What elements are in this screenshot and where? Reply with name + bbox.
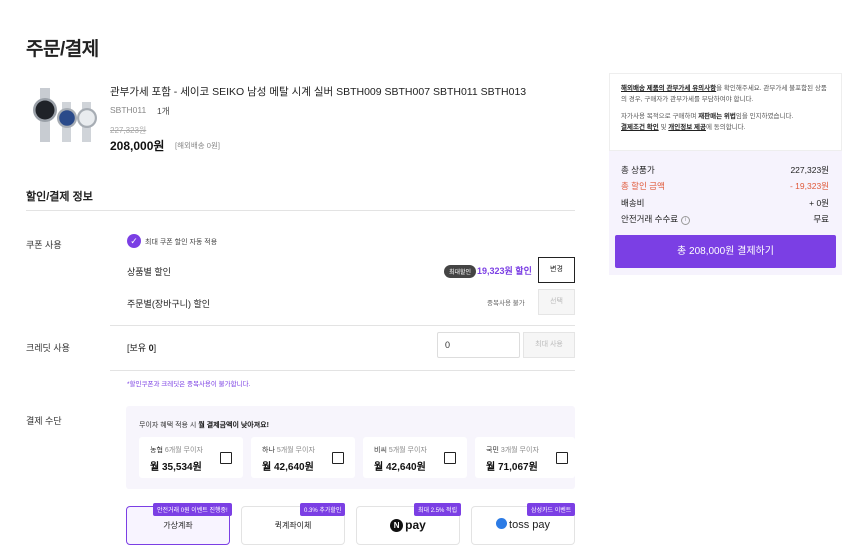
customs-notice-link[interactable]: 해외배송 제품의 관부가세 유의사항 xyxy=(621,85,716,92)
pay-method-badge: 최대 2.5% 적립 xyxy=(414,503,462,516)
info-icon[interactable]: i xyxy=(681,216,691,225)
summary-label: 안전거래 수수료 xyxy=(621,214,679,224)
summary-value: - 19,323원 xyxy=(789,181,829,191)
installment-months: 3개월 무이자 xyxy=(500,447,539,454)
product-name[interactable]: 관부가세 포함 - 세이코 SEIKO 남성 메탈 시계 실버 SBTH009 … xyxy=(110,84,526,99)
installment-label: 농협 6개월 무이자 xyxy=(150,445,203,455)
pay-method-badge: 안전거래 0원 이벤트 진행중! xyxy=(153,503,232,516)
pay-method-label: toss pay xyxy=(509,519,550,531)
installment-card[interactable]: 하나 5개월 무이자 월 42,640원 xyxy=(251,437,355,478)
page-title: 주문/결제 xyxy=(26,39,99,60)
summary-label: 배송비 xyxy=(621,198,645,208)
installment-bank: 농협 xyxy=(150,447,163,454)
notice-text: 에 동의합니다. xyxy=(705,124,746,131)
installment-amount: 월 71,067원 xyxy=(486,462,538,473)
summary-row: 총 상품가 227,323원 xyxy=(621,164,829,176)
divider xyxy=(110,325,575,326)
product-discount-amount: 19,323원 할인 xyxy=(477,266,532,276)
installment-card[interactable]: 국민 3개월 무이자 월 71,067원 xyxy=(475,437,575,478)
pay-button[interactable]: 총 208,000원 결제하기 xyxy=(615,235,836,268)
auto-coupon-text: 최대 쿠폰 할인 자동 적용 xyxy=(145,239,218,246)
summary-row: 총 할인 금액 - 19,323원 xyxy=(621,180,829,192)
credit-balance: [보유 0] xyxy=(127,341,156,354)
credit-input[interactable]: 0 xyxy=(437,332,520,358)
notice-text: 및 xyxy=(658,124,669,131)
installment-panel: 무이자 혜택 적용 시 월 결제금액이 낮아져요! 농협 6개월 무이자 월 3… xyxy=(126,406,575,489)
payment-method-label: 결제 수단 xyxy=(26,416,62,426)
installment-header-bold: 월 결제금액이 낮아져요! xyxy=(198,422,269,429)
installment-months: 6개월 무이자 xyxy=(164,447,203,454)
max-discount-badge: 최대할인 xyxy=(444,265,477,278)
installment-label: 비씨 5개월 무이자 xyxy=(374,445,427,455)
installment-label: 국민 3개월 무이자 xyxy=(486,445,539,455)
product-quantity: 1개 xyxy=(157,106,170,116)
installment-header-text: 무이자 혜택 적용 시 xyxy=(139,422,199,429)
select-order-coupon-button[interactable]: 선택 xyxy=(538,289,575,315)
summary-value: 227,323원 xyxy=(790,165,829,175)
credit-label: 크레딧 사용 xyxy=(26,343,70,353)
installment-months: 5개월 무이자 xyxy=(388,447,427,454)
overseas-notice-panel: 해외배송 제품의 관부가세 유의사항을 확인해주세요. 관부가세 불포함된 상품… xyxy=(609,73,842,151)
installment-header: 무이자 혜택 적용 시 월 결제금액이 낮아져요! xyxy=(139,420,269,430)
installment-bank: 비씨 xyxy=(374,447,387,454)
summary-row: 안전거래 수수료 i 무료 xyxy=(621,213,829,225)
discount-section-title: 할인/결제 정보 xyxy=(26,191,93,203)
notice-text: 임을 인지하였습니다. xyxy=(735,113,794,120)
installment-checkbox[interactable] xyxy=(332,452,344,464)
installment-checkbox[interactable] xyxy=(220,452,232,464)
credit-balance-prefix: [보유 xyxy=(127,343,149,353)
product-shipping: [해외배송 0원] xyxy=(175,141,220,150)
product-option: SBTH011 xyxy=(110,105,147,115)
duplicate-notice: 중복사용 불가 xyxy=(487,300,525,307)
change-coupon-button[interactable]: 변경 xyxy=(538,257,575,283)
installment-bank: 국민 xyxy=(486,447,499,454)
summary-value: + 0원 xyxy=(809,198,829,208)
notice-bold: 재판매는 위법 xyxy=(698,113,736,120)
summary-value: 무료 xyxy=(813,214,829,224)
divider xyxy=(26,210,575,211)
npay-logo-icon: N xyxy=(390,519,404,532)
coupon-label: 쿠폰 사용 xyxy=(26,240,62,250)
product-discount-label: 상품별 할인 xyxy=(127,267,171,277)
discount-notice: *할인쿠폰과 크레딧은 중복사용이 불가합니다. xyxy=(127,381,251,388)
order-discount-label: 주문별(장바구니) 할인 xyxy=(127,299,211,309)
product-original-price: 227,323원 xyxy=(110,126,147,135)
divider xyxy=(110,370,575,371)
notice-line: 자가사용 목적으로 구매하며 재판매는 위법임을 인지하였습니다. xyxy=(621,111,830,122)
notice-line: 결제조건 확인 및 개인정보 제공에 동의합니다. xyxy=(621,122,830,133)
installment-amount: 월 35,534원 xyxy=(150,462,202,473)
pay-method-label: 가상계좌 xyxy=(163,521,193,530)
summary-label: 총 상품가 xyxy=(621,165,655,175)
summary-label: 총 할인 금액 xyxy=(621,181,665,191)
auto-coupon-check-icon[interactable]: ✓ xyxy=(127,234,141,248)
notice-line: 해외배송 제품의 관부가세 유의사항을 확인해주세요. 관부가세 불포함된 상품… xyxy=(621,83,830,105)
installment-label: 하나 5개월 무이자 xyxy=(262,445,315,455)
installment-checkbox[interactable] xyxy=(444,452,456,464)
watch-product-image xyxy=(33,88,97,142)
installment-card[interactable]: 농협 6개월 무이자 월 35,534원 xyxy=(139,437,243,478)
payment-terms-link[interactable]: 결제조건 확인 xyxy=(621,124,659,131)
installment-months: 5개월 무이자 xyxy=(276,447,315,454)
pay-method-label: 퀵계좌이체 xyxy=(274,521,312,530)
credit-max-button[interactable]: 최대 사용 xyxy=(523,332,575,358)
credit-balance-suffix: ] xyxy=(153,343,157,353)
product-price: 208,000원 xyxy=(110,139,165,153)
installment-card[interactable]: 비씨 5개월 무이자 월 42,640원 xyxy=(363,437,467,478)
installment-amount: 월 42,640원 xyxy=(374,462,426,473)
installment-amount: 월 42,640원 xyxy=(262,462,314,473)
pay-method-badge: 0.3% 추가할인 xyxy=(300,503,346,516)
order-product: 관부가세 포함 - 세이코 SEIKO 남성 메탈 시계 실버 SBTH009 … xyxy=(26,82,586,162)
pay-method-label: pay xyxy=(405,518,426,532)
tosspay-logo-icon xyxy=(496,518,508,529)
installment-bank: 하나 xyxy=(262,447,275,454)
pay-method-badge: 삼성카드 이벤트 xyxy=(527,503,576,516)
privacy-link[interactable]: 개인정보 제공 xyxy=(668,124,706,131)
summary-row: 배송비 + 0원 xyxy=(621,197,829,209)
installment-checkbox[interactable] xyxy=(556,452,568,464)
notice-text: 자가사용 목적으로 구매하며 xyxy=(621,113,699,120)
